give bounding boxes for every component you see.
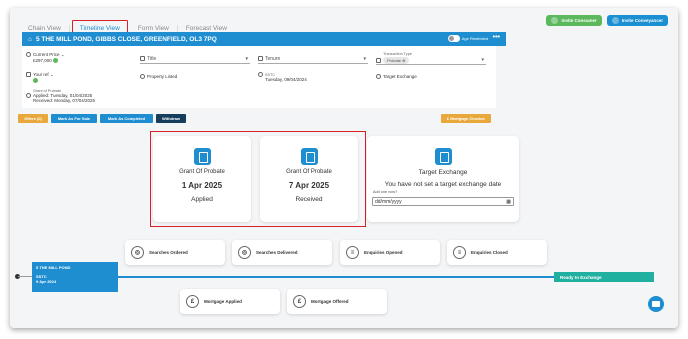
more-menu-icon[interactable]: ••• [493, 34, 500, 41]
list-icon: ≡ [453, 246, 466, 259]
clock-icon [140, 74, 145, 80]
searches-ordered-card: ◎ Searches Ordered [125, 240, 225, 265]
list-icon: ≡ [346, 246, 359, 259]
home-icon: ⌂ [28, 35, 32, 43]
target-exchange-date-input[interactable]: dd/mm/yyyy ▦ [372, 197, 514, 206]
enquiries-opened-card: ≡ Enquiries Opened [340, 240, 440, 265]
reference-icon [26, 72, 31, 78]
current-price: Current Price ⌄ £297,000 [26, 52, 65, 64]
mortgage-applied-card: £ Mortgage Applied [180, 289, 280, 314]
current-price-label: Current Price [33, 52, 60, 57]
probate-applied: Applied: Tuesday, 01/04/2025 [33, 93, 93, 98]
chevron-down-icon: ▾ [245, 56, 248, 62]
chevron-down-icon: ▾ [363, 56, 366, 62]
timeline-property-name: 5 THE MILL POND [36, 265, 71, 270]
pound-icon: £ [293, 295, 306, 308]
home-icon [258, 56, 263, 62]
document-icon [376, 57, 381, 63]
check-icon [33, 78, 38, 84]
add-date-hint: Add one now? [373, 190, 398, 194]
binoculars-icon: ◎ [238, 246, 251, 259]
mortgage-checker-button[interactable]: £ Mortgage Checker [441, 114, 491, 123]
calendar-icon[interactable]: ▦ [506, 199, 511, 205]
sstc: SSTC Tuesday, 09/04/2024 [258, 72, 307, 82]
tab-chain-view[interactable]: Chain View [20, 24, 70, 32]
invite-consumer-label: Invite Consumer [561, 18, 597, 23]
your-ref[interactable]: Your ref ⌄ [26, 72, 54, 84]
offers-button[interactable]: Offers (0) [18, 114, 48, 123]
document-icon [140, 56, 145, 62]
invite-conveyancer-label: Invite Conveyancer [621, 18, 663, 23]
searches-delivered-card: ◎ Searches Delivered [232, 240, 332, 265]
target-exchange-label: Target Exchange [383, 74, 417, 79]
tab-forecast-view[interactable]: Forecast View [178, 25, 235, 32]
property-listed: Property Listed [140, 74, 178, 80]
probate-chip-label: Probate [387, 57, 402, 63]
user-plus-icon [611, 17, 619, 24]
milestone-label: Mortgage Applied [204, 299, 242, 304]
transaction-type-select[interactable]: Probate ⊗ ▾ [376, 56, 486, 65]
milestone-label: Enquiries Closed [471, 250, 508, 255]
target-exchange-title: Target Exchange [418, 169, 468, 176]
probate-received: Received: Monday, 07/04/2025 [33, 98, 95, 104]
page: Chain View Timeline View Form View Forec… [0, 0, 688, 339]
calendar-icon [434, 148, 452, 165]
check-icon [53, 58, 59, 64]
pound-icon: £ [186, 295, 199, 308]
current-price-value: £297,000 [33, 58, 52, 63]
clock-icon [26, 93, 31, 99]
clock-icon [376, 74, 381, 80]
clock-icon [258, 72, 263, 78]
withdraw-button[interactable]: Withdraw [156, 114, 186, 123]
target-exchange-message: You have not set a target exchange date [384, 181, 502, 188]
enquiries-closed-card: ≡ Enquiries Closed [447, 240, 547, 265]
title-select[interactable]: Title ▾ [140, 55, 250, 64]
chevron-down-icon[interactable]: ⌄ [61, 52, 65, 57]
date-placeholder: dd/mm/yyyy [375, 198, 402, 205]
age-restricted-label: Age Restricted [461, 36, 488, 41]
highlight-box [150, 131, 366, 227]
price-tag-icon [26, 52, 31, 58]
binoculars-icon: ◎ [131, 246, 144, 259]
tenure-select[interactable]: Tenure ▾ [258, 55, 368, 64]
milestone-label: Enquiries Opened [364, 250, 403, 255]
title-label: Title [147, 56, 157, 62]
property-address: 5 THE MILL POND, GIBBS CLOSE, GREENFIELD… [35, 35, 217, 43]
chevron-down-icon: ⌄ [49, 72, 54, 77]
invite-buttons: Invite Consumer Invite Conveyancer [546, 15, 668, 26]
timeline-sstc-date: 9 Apr 2024 [36, 279, 57, 284]
ready-to-exchange-bar: Ready to Exchange [554, 272, 654, 282]
chat-icon[interactable] [648, 296, 664, 312]
grant-of-probate: Grant of Probate Applied: Tuesday, 01/04… [26, 88, 95, 103]
milestone-label: Mortgage Offered [311, 299, 349, 304]
timeline-property-block: 5 THE MILL POND SSTC 9 Apr 2024 [32, 262, 118, 292]
invite-consumer-button[interactable]: Invite Consumer [546, 15, 602, 26]
invite-conveyancer-button[interactable]: Invite Conveyancer [606, 15, 668, 26]
property-details-panel: Current Price ⌄ £297,000 Title ▾ Tenure ▾ … [22, 46, 496, 108]
timeline-track [118, 276, 558, 278]
property-header: ⌂ 5 THE MILL POND, GIBBS CLOSE, GREENFIE… [22, 32, 506, 46]
tenure-label: Tenure [265, 56, 281, 62]
target-exchange-detail: Target Exchange [376, 74, 417, 80]
target-exchange-card: Target Exchange You have not set a targe… [367, 136, 519, 222]
tab-form-view[interactable]: Form View [130, 24, 178, 32]
chevron-down-icon: ▾ [481, 57, 484, 63]
milestone-label: Searches Ordered [149, 250, 188, 255]
probate-chip[interactable]: Probate ⊗ [383, 56, 410, 64]
property-listed-label: Property Listed [147, 74, 178, 79]
mark-for-sale-button[interactable]: Mark As For Sale [51, 114, 97, 123]
milestone-label: Searches Delivered [256, 250, 298, 255]
age-restricted-toggle[interactable] [448, 35, 460, 42]
mortgage-offered-card: £ Mortgage Offered [287, 289, 387, 314]
user-plus-icon [551, 17, 559, 24]
timeline-connector [18, 276, 32, 277]
your-ref-label: Your ref [33, 72, 49, 77]
mark-completed-button[interactable]: Mark As Completed [100, 114, 153, 123]
sstc-date: Tuesday, 09/04/2024 [265, 77, 307, 83]
